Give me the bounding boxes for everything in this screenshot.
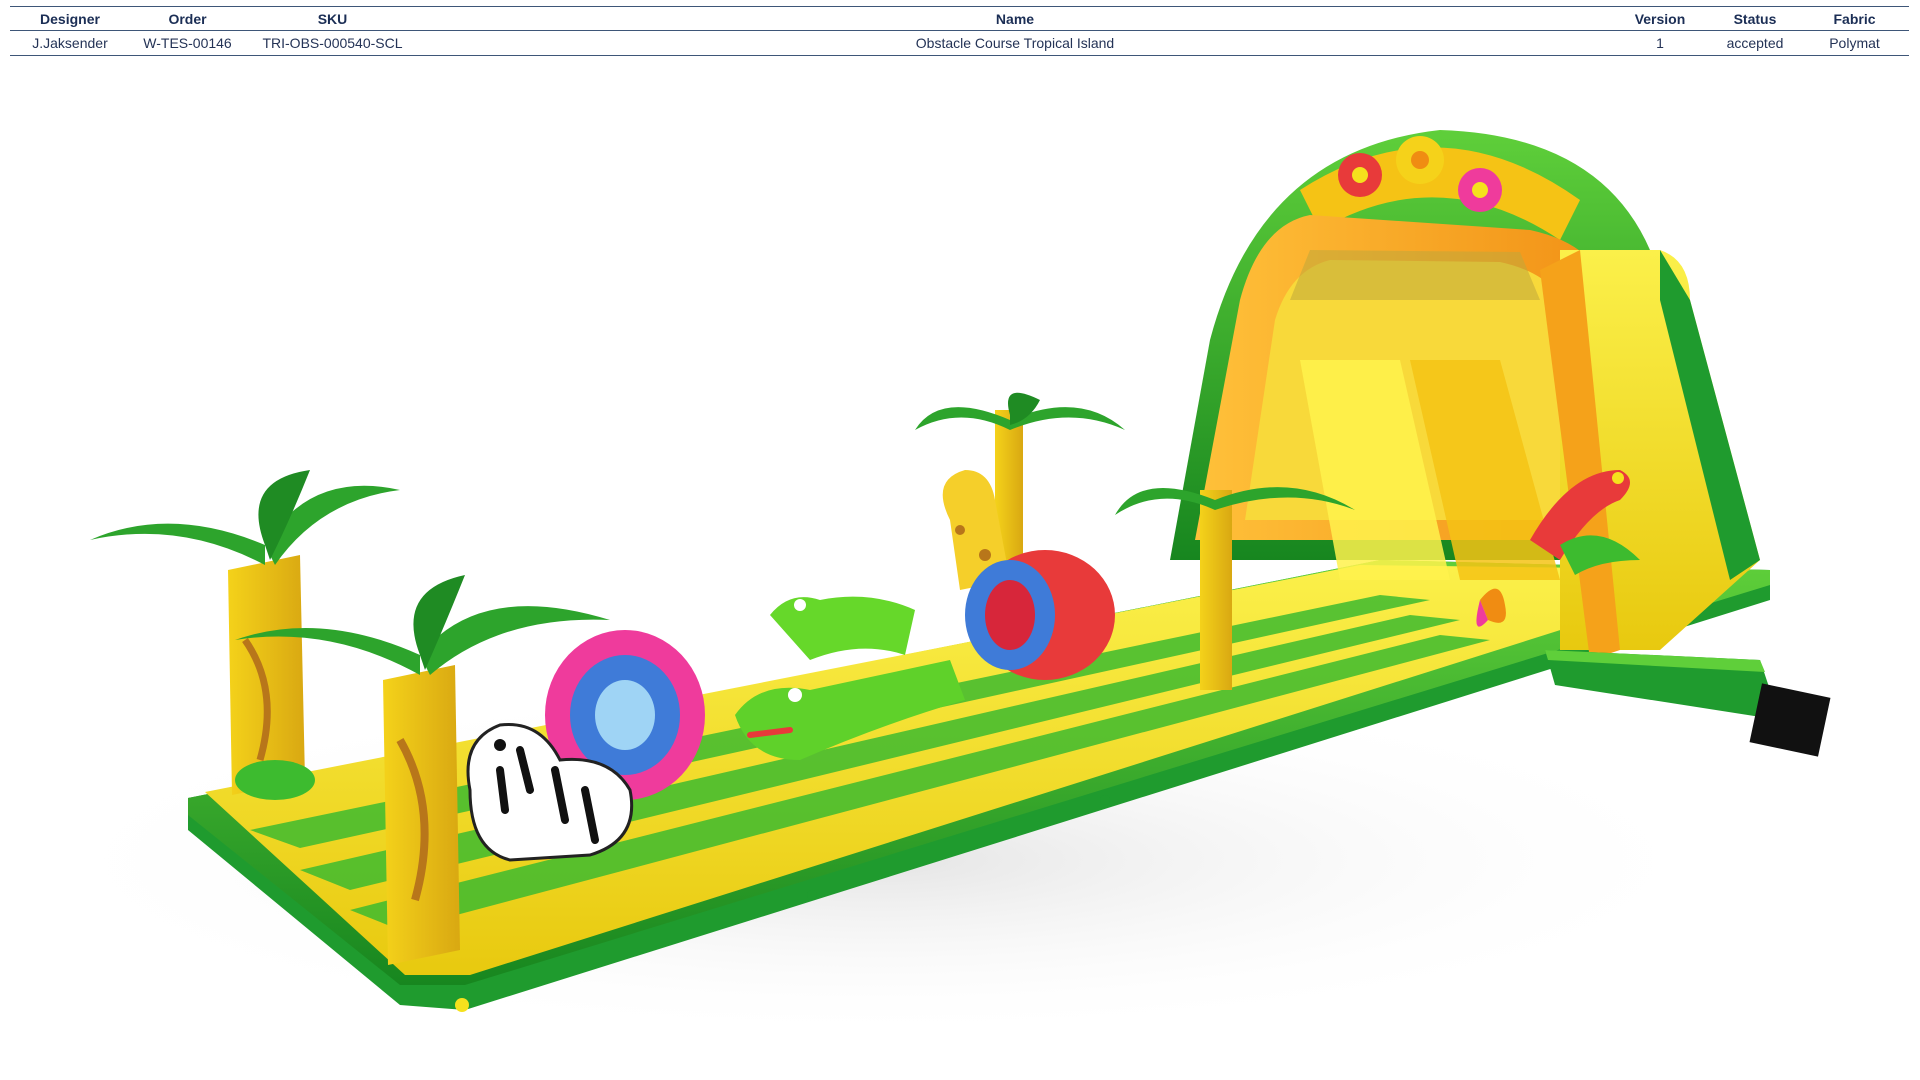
- anchor-point: [455, 998, 469, 1012]
- flower-pink: [1458, 168, 1502, 212]
- crocodile-figure-back: [770, 596, 915, 660]
- header-name: Name: [420, 6, 1610, 31]
- blower-tube: [1545, 650, 1780, 720]
- flower-yellow: [1396, 136, 1444, 184]
- flower-red: [1338, 153, 1382, 197]
- cell-status: accepted: [1710, 30, 1800, 56]
- anchor-point: [1100, 795, 1110, 805]
- palm-tree-back-left: [915, 392, 1125, 570]
- table-row: J.Jaksender W-TES-00146 TRI-OBS-000540-S…: [10, 30, 1909, 56]
- cell-name: Obstacle Course Tropical Island: [420, 30, 1610, 56]
- header-status: Status: [1710, 6, 1800, 31]
- cell-designer: J.Jaksender: [10, 30, 130, 56]
- product-spec-table: Designer Order SKU Name Version Status F…: [10, 6, 1909, 56]
- anchor-point: [1350, 720, 1360, 730]
- cell-fabric: Polymat: [1800, 30, 1909, 56]
- cell-order: W-TES-00146: [130, 30, 245, 56]
- product-render: [0, 70, 1920, 1080]
- spec-header-row: Designer Order SKU Name Version Status F…: [10, 6, 1909, 31]
- tunnel-obstacle: [965, 550, 1115, 680]
- cell-sku: TRI-OBS-000540-SCL: [245, 30, 420, 56]
- blower-unit: [1749, 683, 1831, 757]
- cell-version: 1: [1610, 30, 1710, 56]
- header-sku: SKU: [245, 6, 420, 31]
- header-version: Version: [1610, 6, 1710, 31]
- anchor-point: [807, 890, 817, 900]
- inflatable-illustration: [20, 130, 1831, 1040]
- header-fabric: Fabric: [1800, 6, 1909, 31]
- header-designer: Designer: [10, 6, 130, 31]
- header-order: Order: [130, 6, 245, 31]
